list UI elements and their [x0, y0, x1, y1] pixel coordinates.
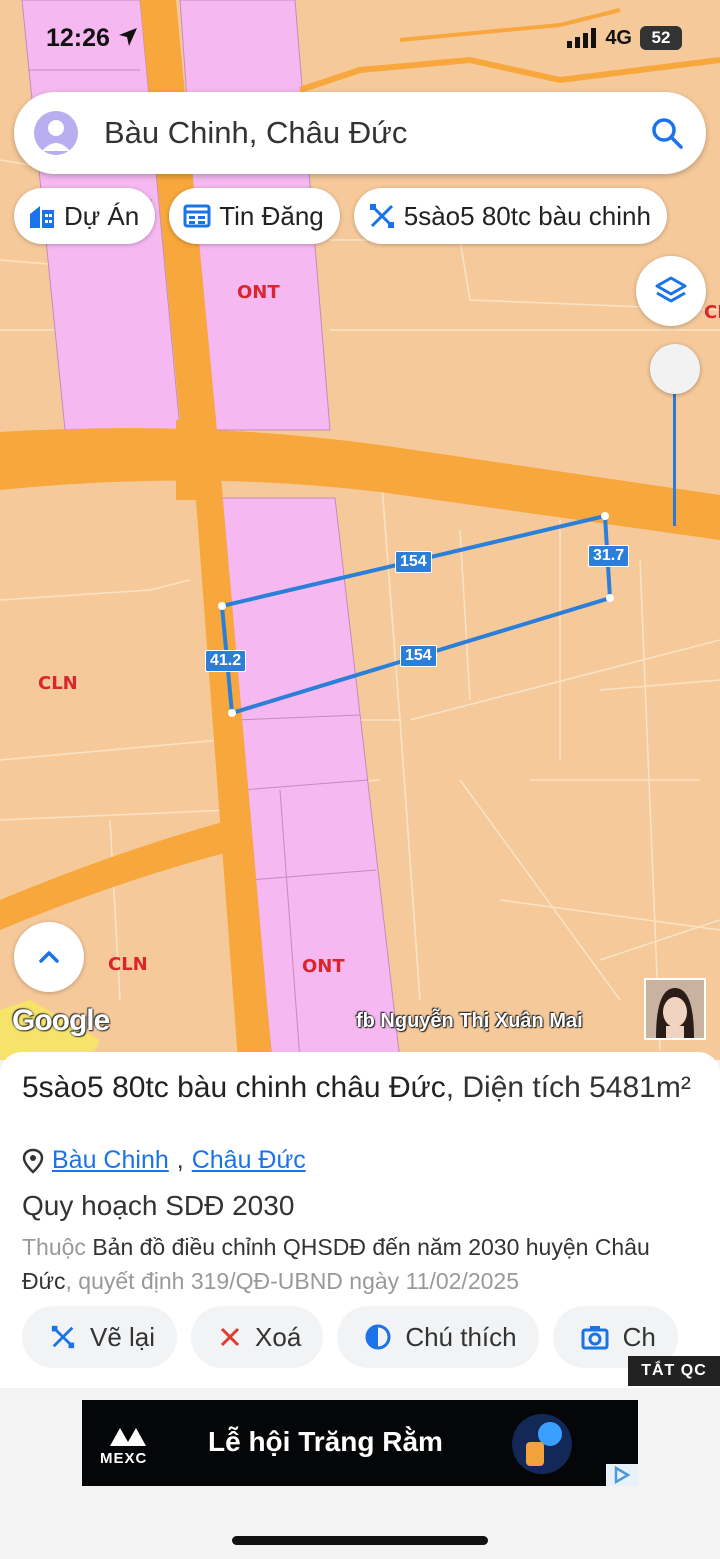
search-icon[interactable]	[650, 116, 684, 150]
plan-description: Thuộc Bản đồ điều chỉnh QHSDĐ đến năm 20…	[22, 1230, 702, 1298]
listing-icon	[183, 204, 211, 228]
location-pin-icon	[22, 1148, 44, 1174]
close-ads-button[interactable]: TẮT QC	[628, 1356, 720, 1386]
action-label: Chú thích	[405, 1321, 517, 1352]
network-type: 4G	[605, 26, 632, 49]
chip-label: Tin Đăng	[219, 200, 324, 231]
info-panel: 5sào5 80tc bàu chinh châu Đức, Diện tích…	[0, 1052, 720, 1388]
location-link-district[interactable]: Châu Đức	[192, 1146, 306, 1175]
layers-button[interactable]	[636, 256, 706, 326]
action-buttons: Vẽ lại Xoá Chú thích Ch	[22, 1306, 678, 1368]
dimension-label: 41.2	[205, 650, 247, 672]
avatar[interactable]	[34, 111, 78, 155]
lantern-icon	[512, 1414, 572, 1474]
signal-icon	[567, 28, 597, 48]
chip-measurement[interactable]: 5sào5 80tc bàu chinh	[353, 188, 667, 244]
action-label: Ch	[622, 1321, 656, 1352]
redraw-icon	[51, 1325, 75, 1349]
zone-label: ONT	[237, 282, 280, 303]
location-separator: ,	[176, 1146, 184, 1174]
location-arrow-icon	[118, 28, 137, 46]
profile-photo	[646, 980, 704, 1038]
ad-banner[interactable]: MEXC Lễ hội Trăng Rằm	[82, 1400, 638, 1486]
legend-button[interactable]: Chú thích	[337, 1306, 539, 1368]
filter-chips: Dự Án Tin Đăng 5sào5 80tc bàu chinh	[14, 188, 667, 244]
location-link-commune[interactable]: Bàu Chinh	[52, 1146, 169, 1175]
user-icon	[42, 120, 70, 151]
status-time: 12:26	[46, 24, 139, 53]
plan-desc-suffix: , quyết định 319/QĐ-UBND ngày 11/02/2025	[65, 1268, 519, 1294]
parcel-area: , Diện tích 5481m²	[445, 1071, 691, 1104]
action-label: Xoá	[255, 1321, 302, 1352]
action-label: Vẽ lại	[90, 1321, 156, 1352]
ad-headline: Lễ hội Trăng Rằm	[208, 1426, 443, 1457]
parcel-name: 5sào5 80tc bàu chinh châu Đức	[22, 1071, 446, 1104]
chip-label: 5sào5 80tc bàu chinh	[403, 200, 651, 231]
watermark-photo	[644, 978, 706, 1040]
redraw-button[interactable]: Vẽ lại	[22, 1306, 178, 1368]
ruler-icon	[369, 204, 394, 228]
status-indicators: 4G 52	[567, 26, 682, 50]
camera-icon	[581, 1326, 609, 1350]
chip-du-an[interactable]: Dự Án	[14, 188, 156, 244]
zone-label: CL	[704, 302, 720, 323]
parcel-title: 5sào5 80tc bàu chinh châu Đức, Diện tích…	[22, 1068, 702, 1108]
watermark-text: fb Nguyễn Thị Xuân Mai	[356, 1010, 583, 1032]
ad-brand: MEXC	[100, 1450, 148, 1467]
location-row: Bàu Chinh, Châu Đức	[22, 1146, 306, 1175]
expand-up-button[interactable]	[14, 922, 84, 992]
google-logo: Google	[12, 1004, 110, 1037]
chip-label: Dự Án	[64, 200, 140, 231]
zone-label: ONT	[302, 956, 345, 977]
chip-tin-dang[interactable]: Tin Đăng	[169, 188, 340, 244]
opacity-slider-track[interactable]	[673, 394, 676, 526]
battery-icon: 52	[640, 26, 682, 50]
zone-label: CLN	[108, 954, 148, 975]
search-input[interactable]: Bàu Chinh, Châu Đức	[104, 115, 650, 151]
legend-icon	[365, 1324, 391, 1350]
dimension-label: 154	[400, 645, 437, 667]
dimension-label: 154	[395, 551, 432, 573]
plan-desc-prefix: Thuộc	[22, 1234, 86, 1260]
layers-icon	[655, 276, 687, 303]
dimension-label: 31.7	[588, 545, 630, 567]
close-icon	[220, 1327, 240, 1347]
delete-button[interactable]: Xoá	[191, 1306, 324, 1368]
mexc-logo-icon	[110, 1428, 146, 1446]
chevron-up-icon	[39, 951, 59, 963]
zone-label: CLN	[38, 673, 78, 694]
building-icon	[30, 206, 54, 228]
ad-choices-icon[interactable]	[606, 1464, 638, 1486]
home-indicator[interactable]	[232, 1536, 488, 1545]
opacity-slider-handle[interactable]	[650, 344, 700, 394]
plan-title: Quy hoạch SDĐ 2030	[22, 1190, 295, 1221]
search-bar[interactable]: Bàu Chinh, Châu Đức	[14, 92, 706, 174]
status-time-text: 12:26	[46, 24, 110, 52]
